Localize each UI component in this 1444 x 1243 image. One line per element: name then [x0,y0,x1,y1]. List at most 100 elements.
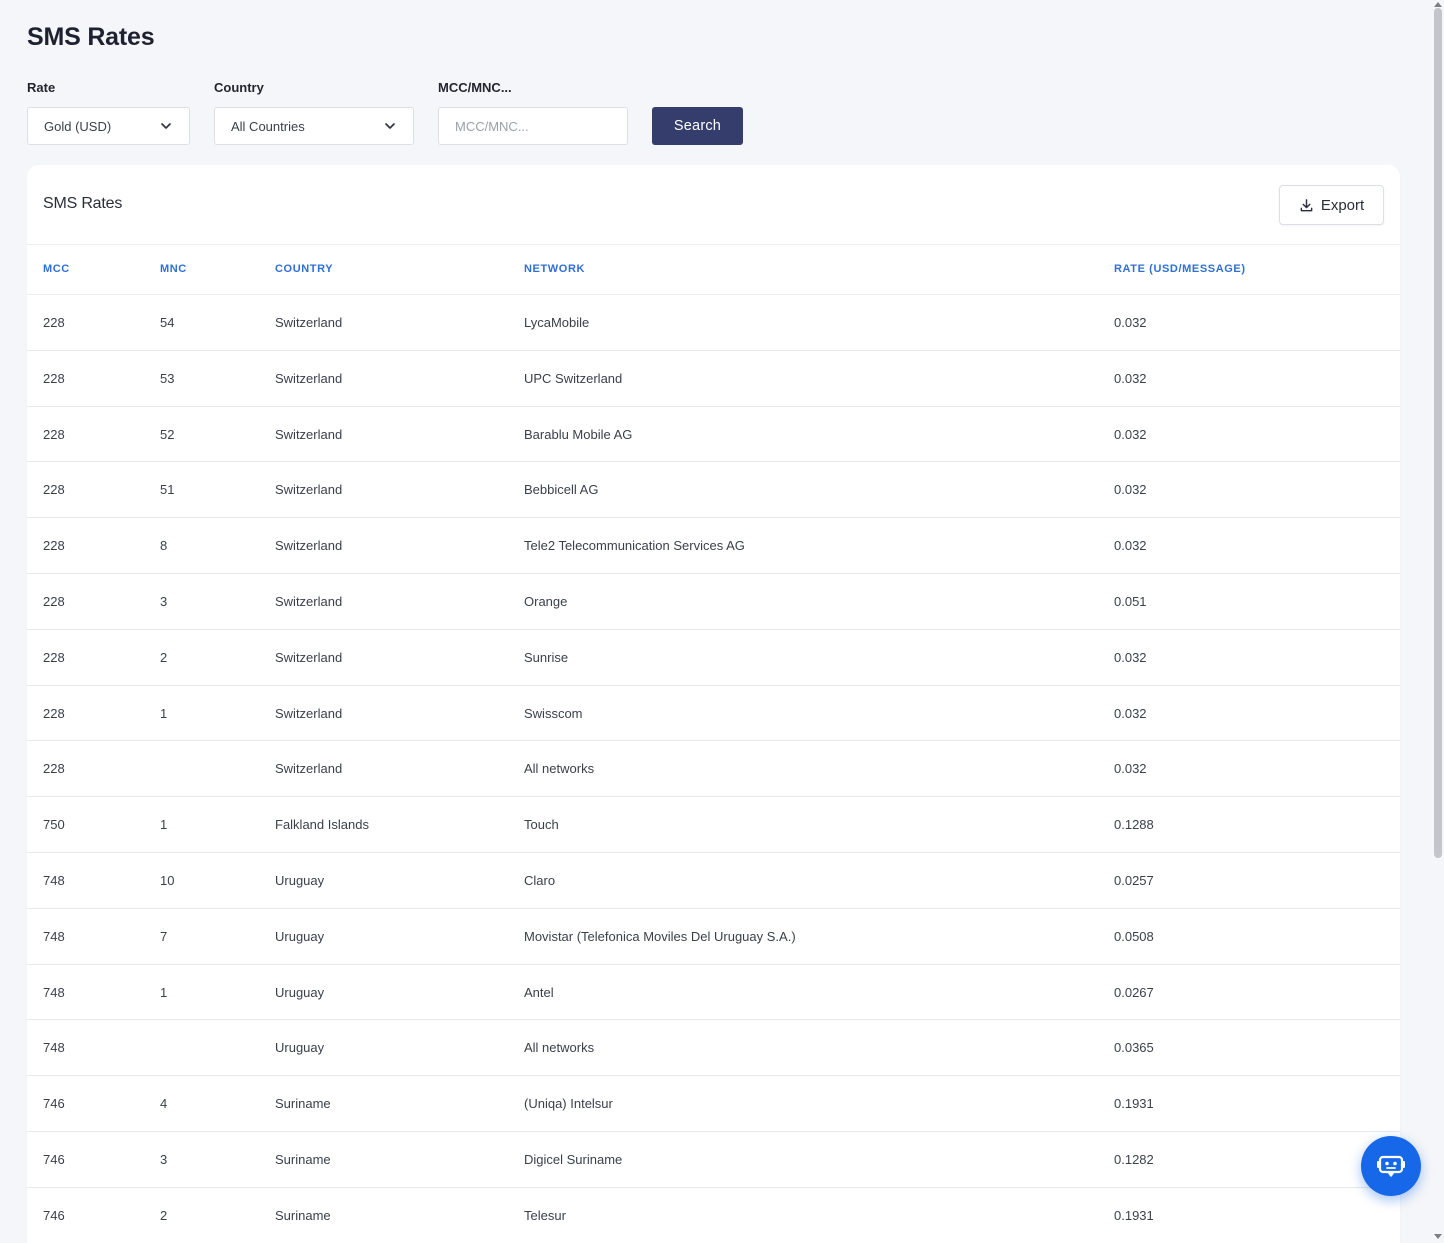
cell-network: Claro [524,872,556,888]
cell-network: All networks [524,761,595,777]
rate-select-value: Gold (USD) [44,118,112,134]
cell-network: Touch [524,817,559,833]
cell-network: All networks [524,1040,595,1056]
rate-label: Rate [27,80,56,95]
table-row[interactable]: 748 7 Uruguay Movistar (Telefonica Moviles … [27,909,1400,965]
table-row[interactable]: 228 8 Switzerland Tele2 Telecommunication S… [27,518,1400,574]
cell-mcc: 748 [43,928,65,944]
scroll-down-arrow-icon[interactable] [1433,1233,1443,1241]
column-header-mcc[interactable]: MCC [43,245,70,294]
cell-rate: 0.0257 [1114,872,1154,888]
country-filter: Country All Countries [214,79,414,145]
cell-country: Uruguay [275,872,325,888]
cell-country: Switzerland [275,315,343,330]
cell-rate: 0.0267 [1114,984,1154,1000]
cell-network: Orange [524,593,568,609]
country-select-value: All Countries [231,118,305,134]
table-row[interactable]: 228 51 Switzerland Bebbicell AG 0.032 [27,462,1400,519]
rate-select[interactable]: Gold (USD) [27,107,190,145]
table-row[interactable]: 228 54 Switzerland LycaMobile 0.032 [27,295,1400,351]
table-row[interactable]: 228 2 Switzerland Sunrise 0.032 [27,630,1400,686]
cell-rate: 0.1282 [1114,1151,1154,1167]
cell-mcc: 228 [43,593,65,609]
table-row[interactable]: 228 52 Switzerland Barablu Mobile AG 0.032 [27,407,1400,463]
column-header-country[interactable]: COUNTRY [275,245,333,294]
cell-country: Suriname [275,1151,331,1167]
cell-network: Movistar (Telefonica Moviles Del Uruguay… [524,928,796,944]
column-header-rate[interactable]: RATE (USD/MESSAGE) [1114,245,1246,294]
scrollbar-thumb[interactable] [1434,8,1442,858]
table-row[interactable]: 746 4 Suriname (Uniqa) Intelsur 0.1931 [27,1076,1400,1132]
cell-mcc: 228 [43,705,65,721]
cell-mnc: 52 [160,426,175,442]
cell-mnc: 4 [160,1096,168,1112]
cell-country: Uruguay [275,928,325,944]
cell-network: UPC Switzerland [524,370,623,386]
column-header-mnc[interactable]: MNC [160,245,187,294]
rate-filter: Rate Gold (USD) [27,79,190,145]
filters-bar: Rate Gold (USD) Country All Countries MC… [27,79,927,149]
cell-network: (Uniqa) Intelsur [524,1096,613,1112]
cell-rate: 0.1931 [1114,1207,1154,1223]
table-row[interactable]: 228 53 Switzerland UPC Switzerland 0.032 [27,351,1400,407]
cell-mnc: 53 [160,370,175,386]
table-row[interactable]: 228 3 Switzerland Orange 0.051 [27,574,1400,630]
table-row[interactable]: 748 Uruguay All networks 0.0365 [27,1020,1400,1077]
cell-network: Antel [524,984,554,1000]
download-icon [1300,198,1313,211]
mccmnc-filter: MCC/MNC... MCC/MNC... [438,79,628,145]
cell-network: Telesur [524,1207,566,1223]
table-row[interactable]: 750 1 Falkland Islands Touch 0.1288 [27,797,1400,853]
cell-mnc: 2 [160,649,168,665]
table-row[interactable]: 228 1 Switzerland Swisscom 0.032 [27,686,1400,742]
cell-country: Switzerland [275,705,343,721]
cell-country: Falkland Islands [275,817,369,833]
cell-country: Switzerland [275,426,343,442]
table-row[interactable]: 228 Switzerland All networks 0.032 [27,741,1400,798]
country-select[interactable]: All Countries [214,107,414,145]
scroll-up-arrow-icon[interactable] [1433,0,1443,8]
cell-rate: 0.1931 [1114,1096,1154,1112]
cell-mnc: 8 [160,538,168,554]
cell-network: Swisscom [524,705,583,721]
table-row[interactable]: 746 2 Suriname Telesur 0.1931 [27,1188,1400,1243]
search-button[interactable]: Search [652,107,743,145]
cell-country: Switzerland [275,761,343,777]
column-header-network[interactable]: NETWORK [524,245,585,294]
cell-rate: 0.032 [1114,761,1147,777]
chat-button[interactable] [1361,1136,1421,1196]
cell-rate: 0.032 [1114,649,1147,665]
cell-country: Uruguay [275,1040,325,1056]
table-row[interactable]: 748 10 Uruguay Claro 0.0257 [27,853,1400,909]
cell-mcc: 228 [43,370,65,386]
cell-mcc: 746 [43,1096,65,1112]
cell-mnc: 51 [160,482,175,498]
cell-network: Digicel Suriname [524,1151,623,1167]
table-body: 228 54 Switzerland LycaMobile 0.032 228 53 Swit… [27,295,1400,1243]
cell-country: Switzerland [275,649,343,665]
cell-rate: 0.0508 [1114,928,1154,944]
cell-rate: 0.032 [1114,538,1147,554]
cell-mnc: 3 [160,593,168,609]
cell-country: Switzerland [275,370,343,386]
cell-mnc: 10 [160,872,175,888]
cell-network: Tele2 Telecommunication Services AG [524,538,745,554]
chevron-down-icon [161,123,171,129]
cell-rate: 0.032 [1114,370,1147,386]
chevron-down-icon [385,123,395,129]
cell-rate: 0.032 [1114,315,1147,330]
mccmnc-input[interactable]: MCC/MNC... [438,107,628,145]
export-button[interactable]: Export [1279,185,1384,225]
cell-mnc: 7 [160,928,168,944]
cell-mcc: 748 [43,1040,65,1056]
cell-rate: 0.1288 [1114,817,1154,833]
cell-country: Suriname [275,1207,331,1223]
cell-mcc: 228 [43,315,65,330]
cell-mcc: 228 [43,426,65,442]
table-row[interactable]: 746 3 Suriname Digicel Suriname 0.1282 [27,1132,1400,1188]
table-row[interactable]: 748 1 Uruguay Antel 0.0267 [27,965,1400,1021]
cell-mcc: 228 [43,649,65,665]
chat-bot-icon [1377,1155,1405,1177]
cell-mnc: 1 [160,705,168,721]
cell-mcc: 228 [43,482,65,498]
